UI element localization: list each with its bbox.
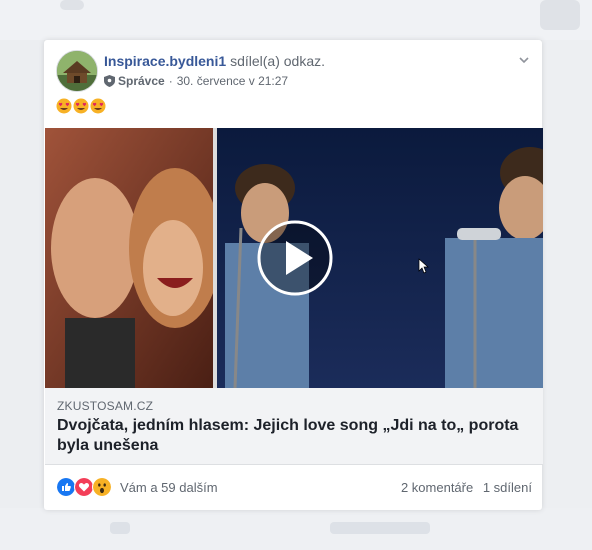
engagement-counts: 2 komentáře 1 sdílení [401,480,532,495]
page-name-link[interactable]: Inspirace.bydleni1 [104,53,226,69]
role-badge: Správce [118,74,165,88]
love-icon [74,477,94,497]
admin-shield-icon [104,75,115,87]
shares-count[interactable]: 1 sdílení [483,480,532,495]
link-title[interactable]: Dvojčata, jedním hlasem: Jejich love son… [57,416,527,456]
post-header: Inspirace.bydleni1 sdílel(a) odkaz. [104,53,325,69]
chevron-down-icon[interactable] [518,54,530,66]
heart-eyes-emoji-icon [90,98,106,114]
play-button-icon[interactable] [257,220,333,296]
post-card: Inspirace.bydleni1 sdílel(a) odkaz. Sprá… [44,40,543,510]
video-thumbnail[interactable] [45,128,543,388]
post-text [56,98,106,114]
meta-separator: · [168,74,173,88]
post-meta: Správce · 30. července v 21:27 [104,74,288,88]
heart-eyes-emoji-icon [73,98,89,114]
like-icon [56,477,76,497]
page-avatar[interactable] [56,50,98,92]
post-timestamp[interactable]: 30. července v 21:27 [177,74,288,88]
link-domain: ZKUSTOSAM.CZ [57,399,154,413]
background-top-bar [0,0,592,40]
reaction-count-text[interactable]: Vám a 59 dalším [120,480,218,495]
comments-count[interactable]: 2 komentáře [401,480,473,495]
background-left [0,40,44,550]
wow-icon [92,477,112,497]
background-bottom-bar [0,508,592,550]
link-preview[interactable]: ZKUSTOSAM.CZ Dvojčata, jedním hlasem: Je… [45,388,543,465]
background-right [542,40,592,550]
shared-text: sdílel(a) odkaz. [230,53,325,69]
heart-eyes-emoji-icon [56,98,72,114]
reaction-summary[interactable]: Vám a 59 dalším [56,477,218,497]
